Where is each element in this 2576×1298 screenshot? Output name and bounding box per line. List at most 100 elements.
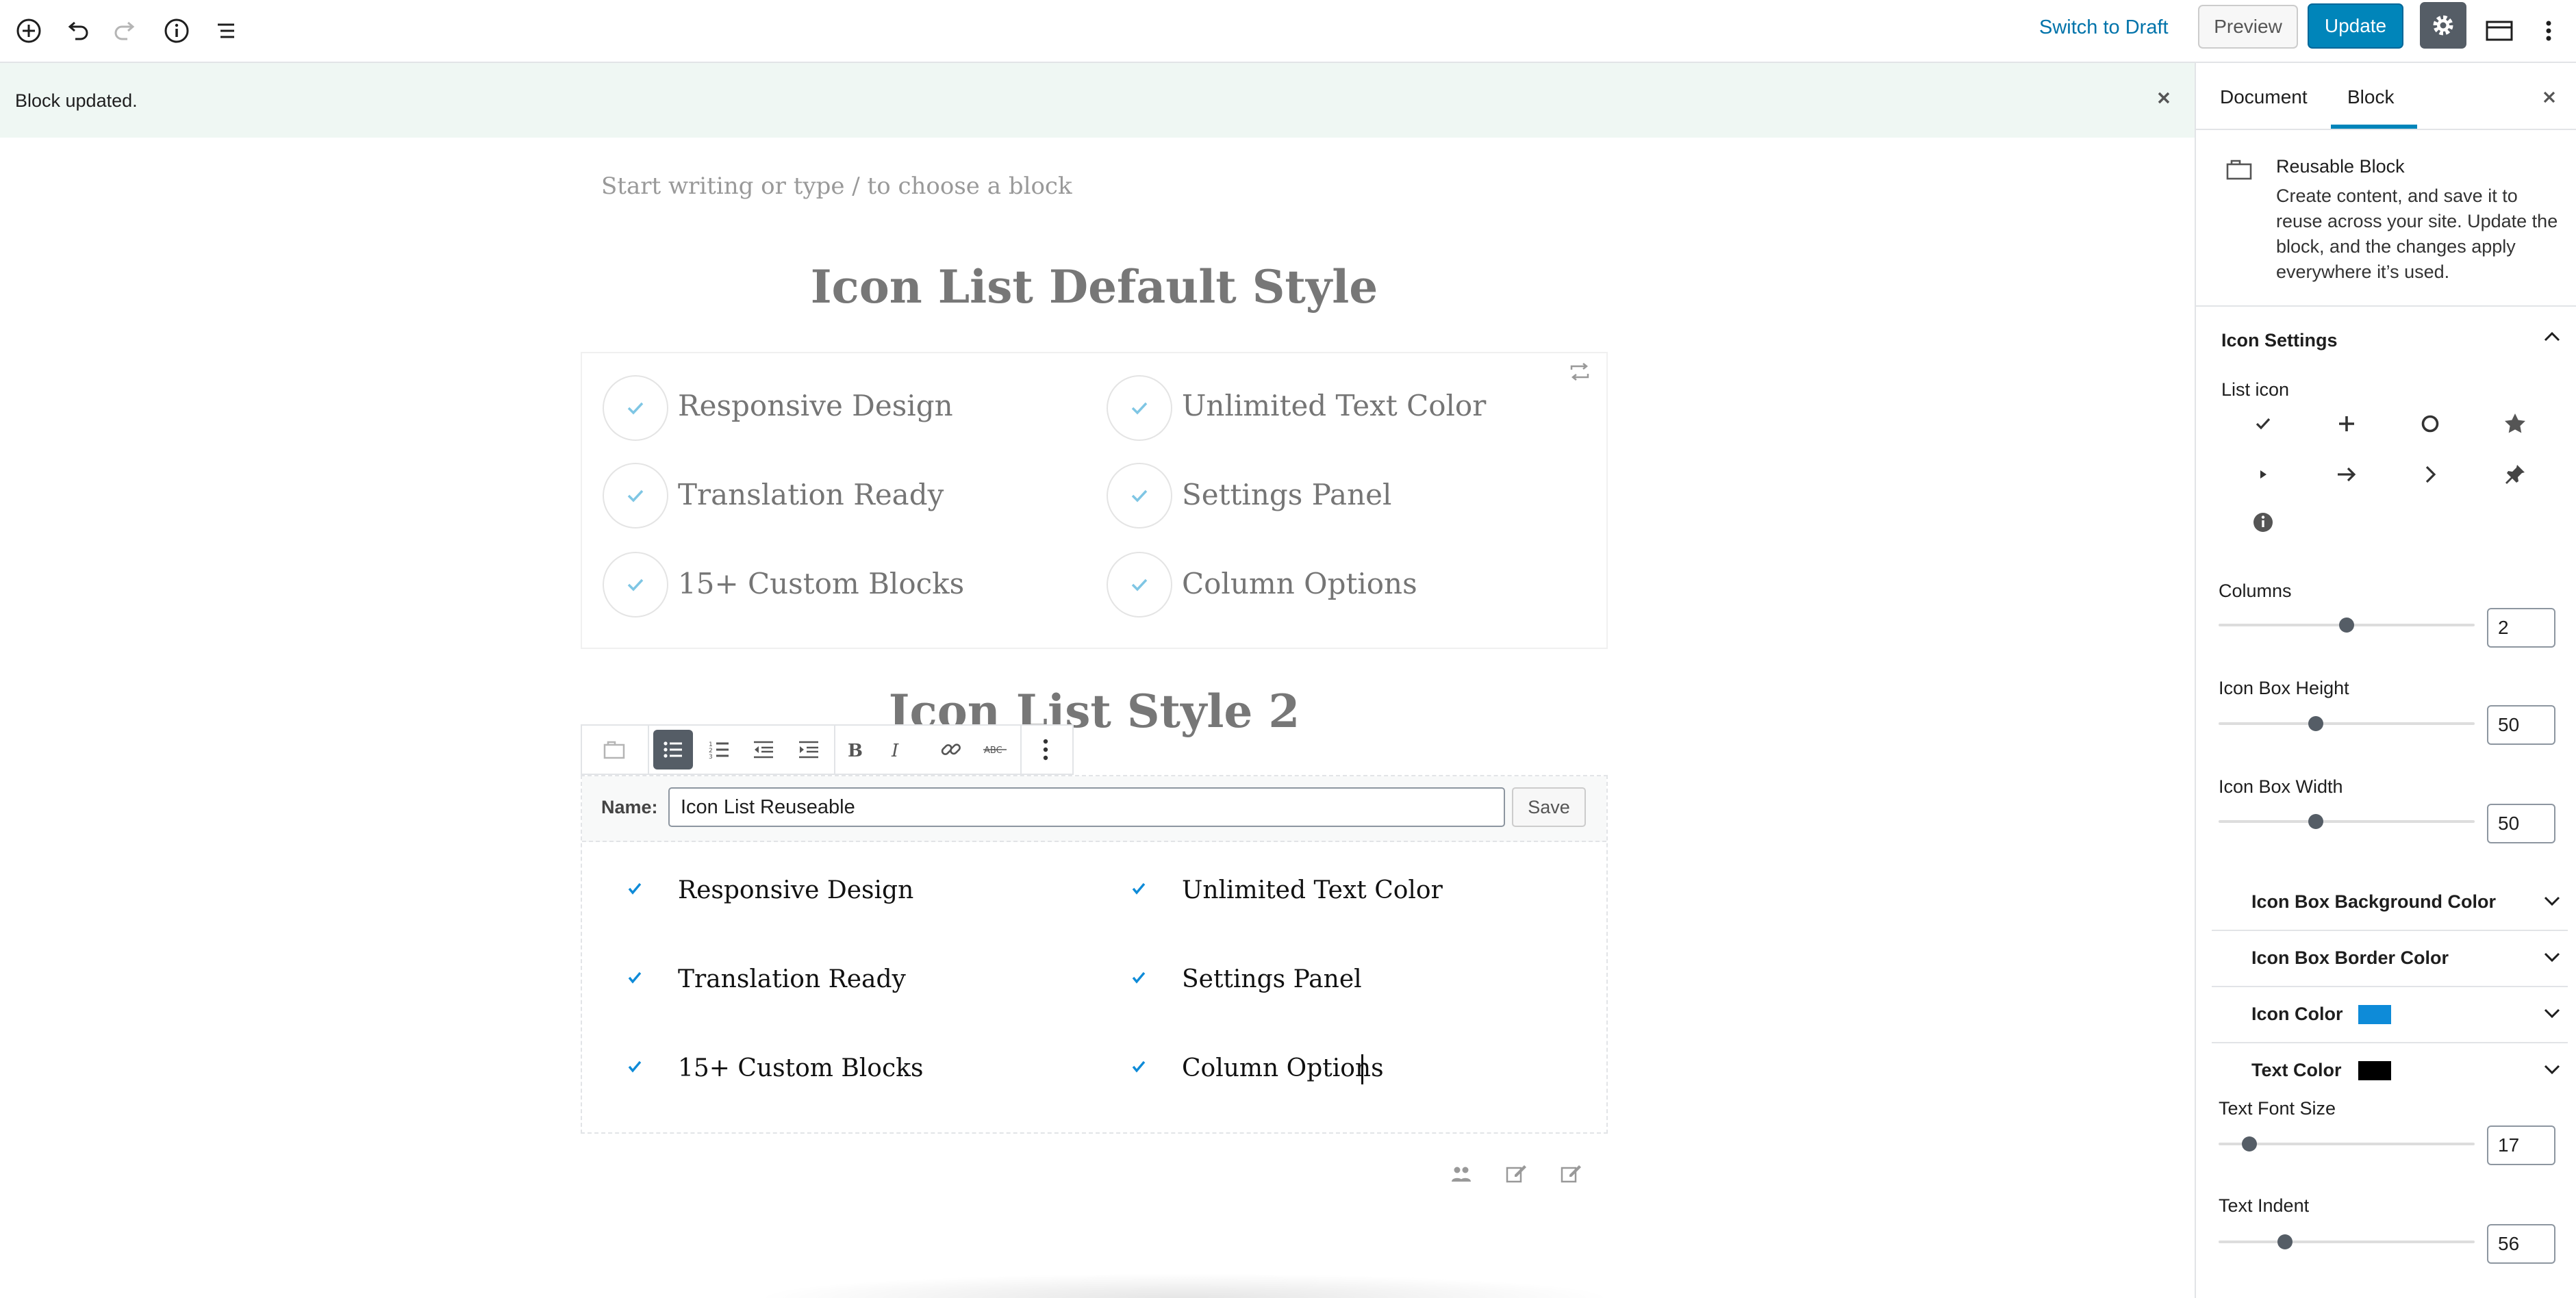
text-font-size-slider[interactable]	[2219, 1143, 2475, 1145]
editor-header: Switch to Draft Preview Update	[0, 0, 2576, 63]
block-card-description: Create content, and save it to reuse acr…	[2276, 186, 2558, 282]
heading-default-style[interactable]: Icon List Default Style	[581, 260, 1608, 314]
info-icon[interactable]	[2251, 511, 2275, 534]
more-menu-icon[interactable]	[2528, 10, 2569, 51]
icon-box-height-input[interactable]: 50	[2487, 705, 2555, 745]
text-indent-input[interactable]: 56	[2487, 1224, 2555, 1264]
check-icon	[1107, 463, 1172, 529]
block-placeholder[interactable]: Start writing or type / to choose a bloc…	[601, 173, 1072, 200]
panel-title: Text Color	[2251, 1060, 2342, 1080]
text-color-panel[interactable]: Text Color	[2212, 1043, 2568, 1084]
edit-icon[interactable]	[1560, 1162, 1583, 1184]
icon-box-background-color-panel[interactable]: Icon Box Background Color	[2212, 875, 2568, 931]
list-item[interactable]: Responsive Design	[678, 876, 913, 904]
block-navigation-icon[interactable]	[205, 10, 247, 51]
plus-icon[interactable]	[2336, 413, 2357, 434]
check-icon	[1107, 552, 1172, 618]
text-indent-slider[interactable]	[2219, 1240, 2475, 1243]
notice-text: Block updated.	[15, 90, 138, 111]
list-item[interactable]: 15+ Custom Blocks	[678, 567, 964, 600]
italic-icon[interactable]: I	[876, 730, 916, 769]
close-sidebar-icon[interactable]	[2539, 87, 2560, 107]
ordered-list-icon[interactable]: 123	[700, 730, 740, 769]
block-card-title: Reusable Block	[2276, 156, 2405, 177]
update-button[interactable]: Update	[2308, 3, 2403, 49]
icon-color-swatch	[2358, 1005, 2391, 1024]
arrow-right-icon[interactable]	[2335, 463, 2358, 486]
svg-text:I: I	[891, 741, 899, 760]
convert-block-icon[interactable]	[1568, 361, 1591, 382]
chevron-down-icon	[2543, 894, 2561, 908]
preview-button[interactable]: Preview	[2198, 5, 2298, 49]
icon-box-width-slider-thumb[interactable]	[2308, 814, 2324, 829]
check-icon[interactable]	[2253, 413, 2273, 434]
columns-slider-thumb[interactable]	[2339, 618, 2354, 633]
pin-icon[interactable]	[2503, 463, 2527, 486]
tab-document[interactable]: Document	[2220, 86, 2308, 108]
list-item[interactable]: Settings Panel	[1182, 478, 1391, 511]
icon-box-border-color-panel[interactable]: Icon Box Border Color	[2212, 931, 2568, 987]
icon-box-width-input[interactable]: 50	[2487, 804, 2555, 843]
text-color-swatch	[2358, 1061, 2391, 1080]
panel-title: Icon Box Background Color	[2251, 891, 2497, 912]
icon-box-height-slider-thumb[interactable]	[2308, 716, 2324, 731]
chevron-down-icon	[2543, 950, 2561, 964]
redo-icon[interactable]	[105, 10, 147, 51]
save-button[interactable]: Save	[1512, 787, 1586, 827]
gear-icon	[2433, 15, 2453, 36]
panel-title: Icon Color	[2251, 1004, 2343, 1024]
text-indent-label: Text Indent	[2219, 1195, 2310, 1216]
list-item[interactable]: Translation Ready	[678, 478, 944, 511]
panel-title: Icon Box Border Color	[2251, 947, 2449, 968]
edit-icon[interactable]	[1505, 1162, 1528, 1184]
tab-block[interactable]: Block	[2347, 86, 2394, 108]
check-icon	[1131, 882, 1146, 895]
undo-icon[interactable]	[56, 10, 97, 51]
icon-box-width-slider[interactable]	[2219, 820, 2475, 823]
dismiss-notice-icon[interactable]	[2154, 88, 2174, 108]
list-item[interactable]: 15+ Custom Blocks	[678, 1054, 923, 1082]
columns-input[interactable]: 2	[2487, 608, 2555, 648]
icon-box-width-label: Icon Box Width	[2219, 776, 2343, 797]
text-font-size-slider-thumb[interactable]	[2241, 1136, 2257, 1151]
reusable-name-input[interactable]: Icon List Reuseable	[668, 787, 1505, 827]
link-icon[interactable]	[931, 730, 971, 769]
outdent-icon[interactable]	[744, 730, 783, 769]
icon-color-panel[interactable]: Icon Color	[2212, 987, 2568, 1043]
triangle-right-icon[interactable]	[2253, 464, 2273, 485]
users-icon[interactable]	[1450, 1164, 1472, 1184]
indent-icon[interactable]	[789, 730, 829, 769]
more-options-icon[interactable]	[1026, 730, 1065, 769]
chevron-right-icon[interactable]	[2420, 463, 2440, 486]
chevron-down-icon	[2543, 1062, 2561, 1076]
reusable-block-icon	[2225, 157, 2253, 181]
add-block-icon[interactable]	[8, 10, 49, 51]
chevron-down-icon	[2543, 1006, 2561, 1020]
reusable-block-icon[interactable]	[594, 730, 634, 769]
bold-icon[interactable]: B	[834, 730, 874, 769]
list-item[interactable]: Settings Panel	[1182, 965, 1362, 993]
icon-box-height-slider[interactable]	[2219, 722, 2475, 725]
text-font-size-label: Text Font Size	[2219, 1098, 2336, 1119]
info-icon[interactable]	[156, 10, 197, 51]
settings-button[interactable]	[2420, 2, 2466, 49]
list-item[interactable]: Unlimited Text Color	[1182, 876, 1443, 904]
chevron-up-icon[interactable]	[2543, 330, 2561, 344]
check-icon	[627, 882, 642, 895]
switch-to-draft-link[interactable]: Switch to Draft	[2039, 16, 2169, 39]
circle-icon[interactable]	[2420, 413, 2440, 434]
list-item[interactable]: Column Options	[1182, 567, 1417, 600]
list-item[interactable]: Column Options	[1182, 1054, 1384, 1082]
icon-settings-title[interactable]: Icon Settings	[2221, 330, 2338, 351]
list-item[interactable]: Responsive Design	[678, 389, 953, 422]
strikethrough-icon[interactable]: ABC	[975, 730, 1015, 769]
unordered-list-icon[interactable]	[653, 730, 693, 769]
check-icon	[1107, 375, 1172, 441]
svg-text:ABC: ABC	[984, 746, 1002, 756]
star-icon[interactable]	[2503, 412, 2527, 435]
list-item[interactable]: Translation Ready	[678, 965, 906, 993]
list-item[interactable]: Unlimited Text Color	[1182, 389, 1486, 422]
fullscreen-icon[interactable]	[2479, 10, 2520, 51]
text-cursor	[1361, 1054, 1363, 1084]
text-font-size-input[interactable]: 17	[2487, 1125, 2555, 1165]
